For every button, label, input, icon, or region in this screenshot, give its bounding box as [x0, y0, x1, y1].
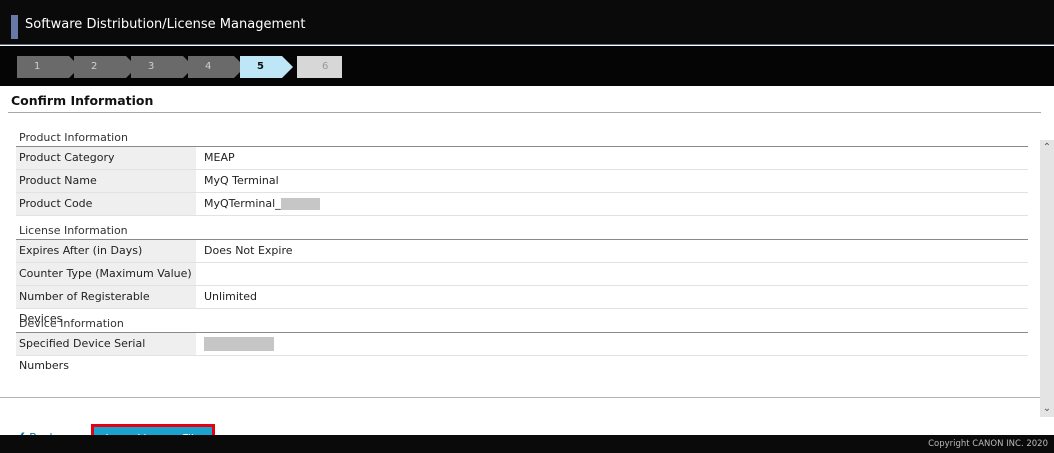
title-bar: Software Distribution/License Management: [0, 0, 1054, 45]
serial-numbers-row: Specified Device Serial Numbers: [16, 333, 1028, 372]
expires-row: Expires After (in Days) Does Not Expire: [16, 240, 1028, 263]
registerable-devices-value: Unlimited: [204, 290, 257, 303]
action-divider: [0, 397, 1040, 398]
step-indicator: 1 2 3 4 5 6: [0, 46, 1054, 86]
page-title: Confirm Information: [11, 93, 154, 108]
step-4: 4: [188, 56, 245, 78]
product-category-label: Product Category: [16, 147, 196, 169]
product-category-value: MEAP: [204, 151, 235, 164]
product-category-row: Product Category MEAP: [16, 147, 1028, 170]
title-accent-bar: [11, 15, 18, 39]
scroll-up-icon[interactable]: ⌃: [1040, 140, 1054, 156]
expires-value: Does Not Expire: [204, 244, 293, 257]
license-info-heading: License Information: [16, 221, 1028, 240]
product-code-row: Product Code MyQTerminal_: [16, 193, 1028, 216]
counter-type-row: Counter Type (Maximum Value): [16, 263, 1028, 286]
counter-type-value: [196, 263, 204, 285]
step-6: 6: [297, 56, 342, 78]
serial-numbers-label: Specified Device Serial Numbers: [16, 333, 196, 372]
product-name-row: Product Name MyQ Terminal: [16, 170, 1028, 193]
step-5-current: 5: [240, 56, 293, 78]
redacted-serial: [204, 337, 274, 351]
counter-type-label: Counter Type (Maximum Value): [16, 263, 196, 285]
expires-label: Expires After (in Days): [16, 240, 196, 262]
vertical-scrollbar[interactable]: [1040, 140, 1054, 412]
serial-numbers-cell: [196, 333, 274, 355]
device-info-heading: Device Information: [16, 314, 1028, 333]
footer: Copyright CANON INC. 2020: [0, 435, 1054, 453]
product-name-value: MyQ Terminal: [204, 174, 279, 187]
registerable-devices-row: Number of Registerable Devices Unlimited: [16, 286, 1028, 325]
title-divider: [8, 112, 1041, 113]
redacted-code: [280, 198, 320, 210]
product-info-heading: Product Information: [16, 128, 1028, 147]
step-1: 1: [17, 56, 80, 78]
registerable-devices-label: Number of Registerable Devices: [16, 286, 196, 325]
app-title: Software Distribution/License Management: [25, 17, 306, 32]
confirm-info-panel: Product Information Product Category MEA…: [16, 128, 1028, 372]
scroll-down-icon[interactable]: ⌄: [1040, 401, 1054, 417]
product-code-cell: MyQTerminal_: [196, 193, 320, 215]
product-code-label: Product Code: [16, 193, 196, 215]
product-code-value: MyQTerminal_: [204, 197, 281, 210]
step-2: 2: [74, 56, 137, 78]
step-3: 3: [131, 56, 194, 78]
product-name-label: Product Name: [16, 170, 196, 192]
copyright-text: Copyright CANON INC. 2020: [928, 439, 1048, 449]
